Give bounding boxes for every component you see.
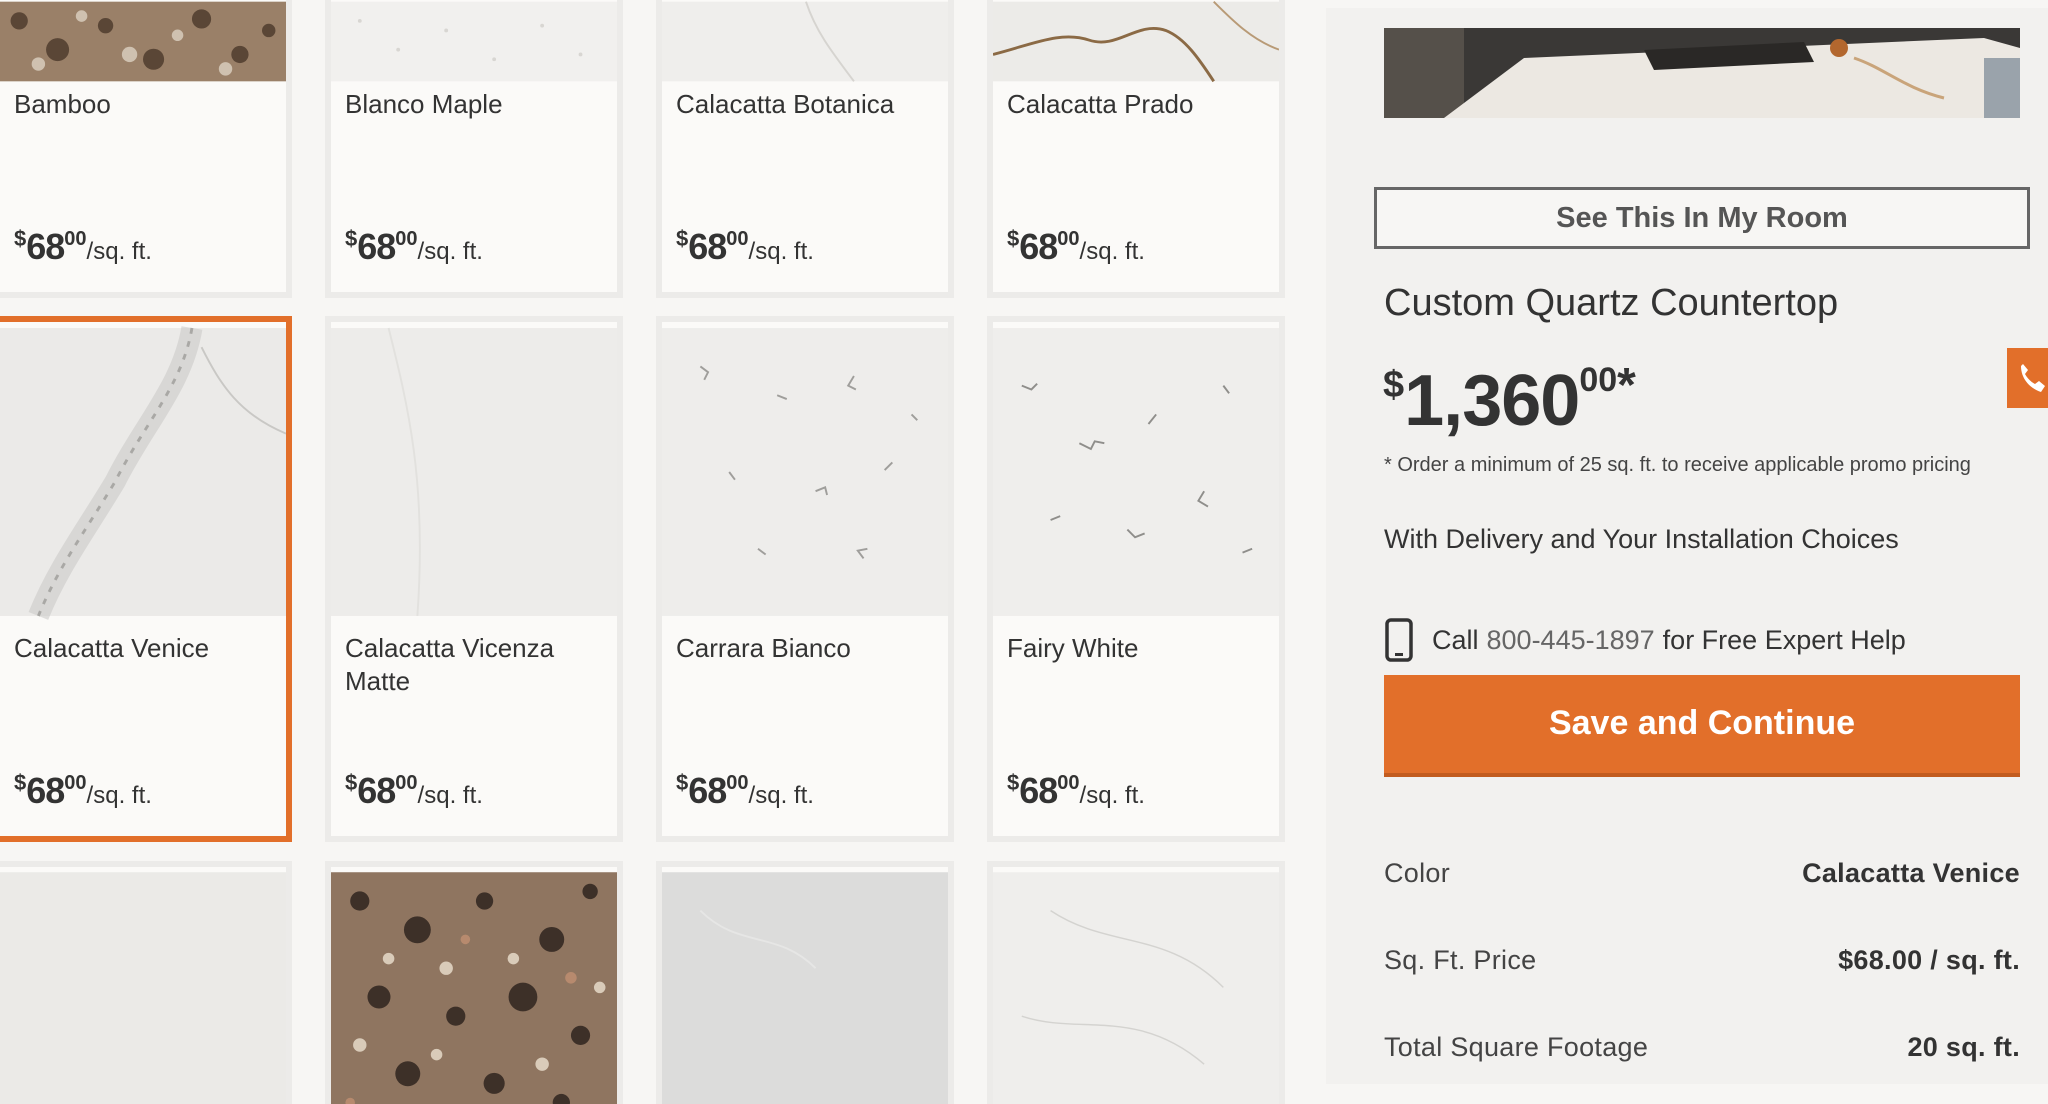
swatch-price: $6800/sq. ft. — [345, 226, 483, 267]
call-suffix: for Free Expert Help — [1662, 624, 1906, 655]
swatch-card-bamboo[interactable]: Bamboo $6800/sq. ft. — [0, 0, 292, 298]
swatch-image — [662, 1, 948, 82]
swatch-card-carrara-bianco[interactable]: Carrara Bianco $6800/sq. ft. — [656, 316, 954, 842]
swatch-card-blanco-maple[interactable]: Blanco Maple $6800/sq. ft. — [325, 0, 623, 298]
swatch-name: Bamboo — [14, 89, 111, 119]
swatch-price: $6800/sq. ft. — [1007, 226, 1145, 267]
swatch-name: Calacatta Botanica — [676, 89, 895, 119]
product-title: Custom Quartz Countertop — [1384, 282, 1839, 324]
swatch-price: $6800/sq. ft. — [14, 770, 152, 811]
swatch-card-calacatta-vicenza-matte[interactable]: Calacatta Vicenza Matte $6800/sq. ft. — [325, 316, 623, 842]
swatch-price: $6800/sq. ft. — [1007, 770, 1145, 811]
promo-footnote: * Order a minimum of 25 sq. ft. to recei… — [1384, 454, 1971, 476]
spec-row-total-sqft: Total Square Footage 20 sq. ft. — [1384, 1027, 2020, 1067]
save-and-continue-button[interactable]: Save and Continue — [1384, 675, 2020, 777]
swatch-image — [331, 872, 617, 1104]
spec-label: Total Square Footage — [1384, 1031, 1649, 1062]
swatch-card[interactable] — [656, 861, 954, 1104]
swatch-image — [662, 872, 948, 1104]
swatch-name: Blanco Maple — [345, 89, 503, 119]
swatch-image — [993, 328, 1279, 616]
swatch-card[interactable] — [325, 861, 623, 1104]
swatch-price: $6800/sq. ft. — [345, 770, 483, 811]
swatch-card-calacatta-venice[interactable]: Calacatta Venice $6800/sq. ft. — [0, 316, 292, 842]
see-in-my-room-button[interactable]: See This In My Room — [1374, 187, 2030, 249]
swatch-price: $6800/sq. ft. — [14, 226, 152, 267]
swatch-name: Fairy White — [1007, 633, 1139, 663]
spec-value: $68.00 / sq. ft. — [1838, 944, 2020, 975]
page: Bamboo $6800/sq. ft. Blanco Maple $6800/… — [0, 0, 2048, 1104]
mobile-phone-icon — [1385, 618, 1413, 662]
swatch-image — [331, 327, 617, 617]
swatch-image — [0, 872, 286, 1104]
order-summary-panel: See This In My Room Custom Quartz Counte… — [1326, 8, 2048, 1084]
swatch-image — [331, 1, 617, 82]
spec-label: Color — [1384, 857, 1451, 888]
swatch-card-fairy-white[interactable]: Fairy White $6800/sq. ft. — [987, 316, 1285, 842]
swatch-image — [993, 872, 1279, 1104]
color-swatch-grid: Bamboo $6800/sq. ft. Blanco Maple $6800/… — [0, 0, 1310, 1104]
swatch-image — [0, 326, 286, 620]
call-prefix: Call — [1432, 624, 1479, 655]
swatch-name: Carrara Bianco — [676, 633, 851, 663]
swatch-image — [662, 328, 948, 616]
swatch-card-calacatta-prado[interactable]: Calacatta Prado $6800/sq. ft. — [987, 0, 1285, 298]
delivery-text: With Delivery and Your Installation Choi… — [1384, 524, 1899, 554]
swatch-name: Calacatta Vicenza Matte — [345, 633, 555, 696]
swatch-name: Calacatta Prado — [1007, 89, 1194, 119]
spec-value: Calacatta Venice — [1802, 857, 2020, 888]
phone-number-link[interactable]: 800-445-1897 — [1487, 625, 1655, 656]
swatch-card[interactable] — [987, 861, 1285, 1104]
spec-value: 20 sq. ft. — [1907, 1031, 2020, 1062]
spec-row-sqft-price: Sq. Ft. Price $68.00 / sq. ft. — [1384, 940, 2020, 980]
spec-row-color: Color Calacatta Venice — [1384, 853, 2020, 893]
countertop-preview-image — [1384, 28, 2020, 118]
swatch-image — [993, 0, 1279, 83]
phone-icon — [2021, 364, 2045, 392]
call-us-tab[interactable] — [2007, 348, 2048, 408]
swatch-card[interactable] — [0, 861, 292, 1104]
spec-label: Sq. Ft. Price — [1384, 944, 1537, 975]
swatch-price: $6800/sq. ft. — [676, 770, 814, 811]
total-price: $1,36000* — [1383, 359, 1636, 441]
swatch-card-calacatta-botanica[interactable]: Calacatta Botanica $6800/sq. ft. — [656, 0, 954, 298]
expert-help-row: Call 800-445-1897 for Free Expert Help — [1384, 618, 1906, 662]
swatch-image — [0, 1, 286, 82]
swatch-name: Calacatta Venice — [14, 633, 210, 663]
swatch-price: $6800/sq. ft. — [676, 226, 814, 267]
